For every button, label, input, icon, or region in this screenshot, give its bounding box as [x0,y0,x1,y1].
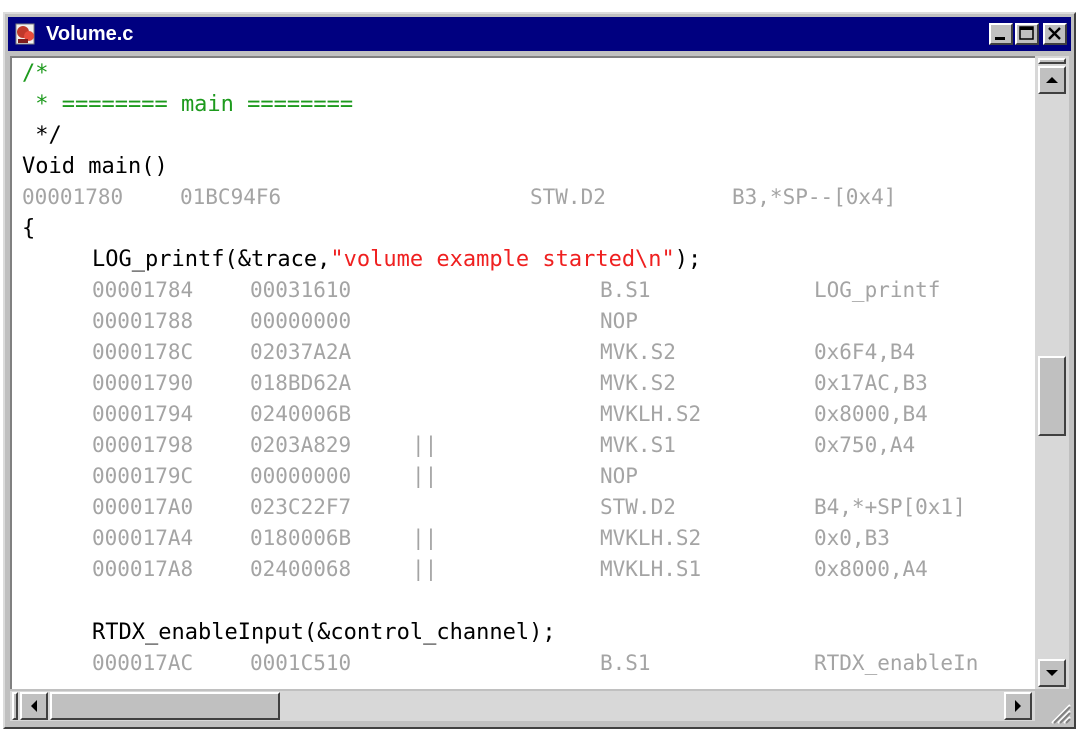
asm-operands: 0x750,A4 [814,433,916,457]
scroll-up-button[interactable] [1038,66,1066,94]
window-title: Volume.c [46,23,134,45]
asm-operands: 0x17AC,B3 [814,371,928,395]
asm-mnemonic: MVKLH.S1 [600,557,702,581]
asm-operands: 0x8000,B4 [814,402,928,426]
code-comment-line: * ======== main ======== [22,92,354,117]
asm-row: 000017A4 0180006B || MVKLH.S2 0x0,B3 [12,523,1032,554]
maximize-button[interactable] [1015,23,1039,45]
asm-operands: 0x8000,A4 [814,557,928,581]
asm-row: 00001790 018BD62A MVK.S2 0x17AC,B3 [12,368,1032,399]
asm-opcode: 00031610 [250,278,352,302]
asm-mnemonic: MVK.S2 [600,340,676,364]
code-brace: { [22,216,36,241]
scroll-left-button[interactable] [20,692,48,720]
ccs-source-file-icon [15,23,35,45]
arrow-left-icon [31,700,37,712]
code-string-literal: "volume example started\n" [330,247,675,272]
asm-row: 00001788 00000000 NOP [12,306,1032,337]
asm-operands: 0x0,B3 [814,526,890,550]
asm-parallel-marker: || [412,464,438,488]
minimize-icon [995,37,1005,40]
asm-row: 00001798 0203A829 || MVK.S1 0x750,A4 [12,430,1032,461]
asm-address: 00001784 [92,278,194,302]
asm-address: 0000178C [92,340,194,364]
asm-opcode: 00000000 [250,464,352,488]
vertical-scroll-thumb[interactable] [1038,356,1066,436]
asm-mnemonic: B.S1 [600,651,651,675]
code-comment-line: /* [22,61,49,86]
split-handle[interactable] [12,692,18,720]
close-icon [1048,27,1061,40]
asm-address: 00001790 [92,371,194,395]
asm-parallel-marker: || [412,526,438,550]
code-line-rtdx-enable: RTDX_enableInput(&control_channel); [92,620,556,645]
asm-mnemonic: NOP [600,309,638,333]
code-call-prefix: LOG_printf(&trace, [92,247,331,272]
asm-row: 0000178C 02037A2A MVK.S2 0x6F4,B4 [12,337,1032,368]
asm-opcode: 0001C510 [250,651,352,675]
asm-mnemonic: MVKLH.S2 [600,402,702,426]
arrow-right-icon [1015,700,1021,712]
asm-row: 000017A8 02400068 || MVKLH.S1 0x8000,A4 [12,554,1032,585]
asm-operands: 0x6F4,B4 [814,340,916,364]
code-line-main: Void main() [22,154,168,179]
asm-mnemonic: STW.D2 [600,495,676,519]
asm-address: 0000179C [92,464,194,488]
asm-row: 000017A0 023C22F7 STW.D2 B4,*+SP[0x1] [12,492,1032,523]
asm-parallel-marker: || [412,433,438,457]
asm-opcode: 01BC94F6 [180,185,282,209]
source-editor[interactable]: /* * ======== main ======== */ Void main… [10,56,1035,689]
asm-address: 000017A4 [92,526,194,550]
asm-mnemonic: STW.D2 [530,185,606,209]
maximize-icon [1019,26,1034,40]
arrow-down-icon [1046,670,1058,676]
title-bar[interactable]: Volume.c [8,17,1071,51]
asm-operands: LOG_printf [814,278,941,302]
asm-row: 000017AC 0001C510 B.S1 RTDX_enableIn [12,648,1032,679]
asm-opcode: 0180006B [250,526,352,550]
asm-mnemonic: MVK.S2 [600,371,676,395]
asm-mnemonic: MVKLH.S2 [600,526,702,550]
asm-opcode: 0203A829 [250,433,352,457]
asm-opcode: 02400068 [250,557,352,581]
arrow-up-icon [1046,77,1058,83]
asm-row: 00001784 00031610 B.S1 LOG_printf [12,275,1032,306]
asm-mnemonic: MVK.S1 [600,433,676,457]
asm-row: 0000179C 00000000 || NOP [12,461,1032,492]
asm-address: 00001798 [92,433,194,457]
code-comment-line: */ [22,123,62,148]
split-handle[interactable] [1038,58,1066,64]
asm-mnemonic: B.S1 [600,278,651,302]
asm-address: 000017A0 [92,495,194,519]
asm-row: 00001794 0240006B MVKLH.S2 0x8000,B4 [12,399,1032,430]
asm-opcode: 0240006B [250,402,352,426]
code-line-log-printf: LOG_printf(&trace,"volume example starte… [92,244,701,275]
asm-address: 00001788 [92,309,194,333]
minimize-button[interactable] [989,23,1013,45]
asm-operands: B3,*SP--[0x4] [732,185,897,209]
resize-grip-icon[interactable] [1042,695,1072,725]
asm-address: 000017A8 [92,557,194,581]
scroll-down-button[interactable] [1038,659,1066,687]
asm-operands: RTDX_enableIn [814,651,979,675]
asm-address: 00001780 [22,185,124,209]
code-call-suffix: ); [674,247,702,272]
asm-opcode: 018BD62A [250,371,352,395]
vertical-scrollbar[interactable] [1035,56,1069,689]
code-window: Volume.c /* * ======== main ======== */ … [3,12,1076,729]
asm-row: 00001780 01BC94F6 STW.D2 B3,*SP--[0x4] [12,182,1032,213]
close-button[interactable] [1043,23,1067,45]
asm-opcode: 02037A2A [250,340,352,364]
asm-address: 000017AC [92,651,194,675]
asm-parallel-marker: || [412,557,438,581]
horizontal-scrollbar[interactable] [10,691,1035,721]
horizontal-scroll-thumb[interactable] [50,692,280,720]
scroll-right-button[interactable] [1004,692,1032,720]
asm-opcode: 023C22F7 [250,495,352,519]
asm-opcode: 00000000 [250,309,352,333]
asm-operands: B4,*+SP[0x1] [814,495,966,519]
asm-address: 00001794 [92,402,194,426]
asm-mnemonic: NOP [600,464,638,488]
